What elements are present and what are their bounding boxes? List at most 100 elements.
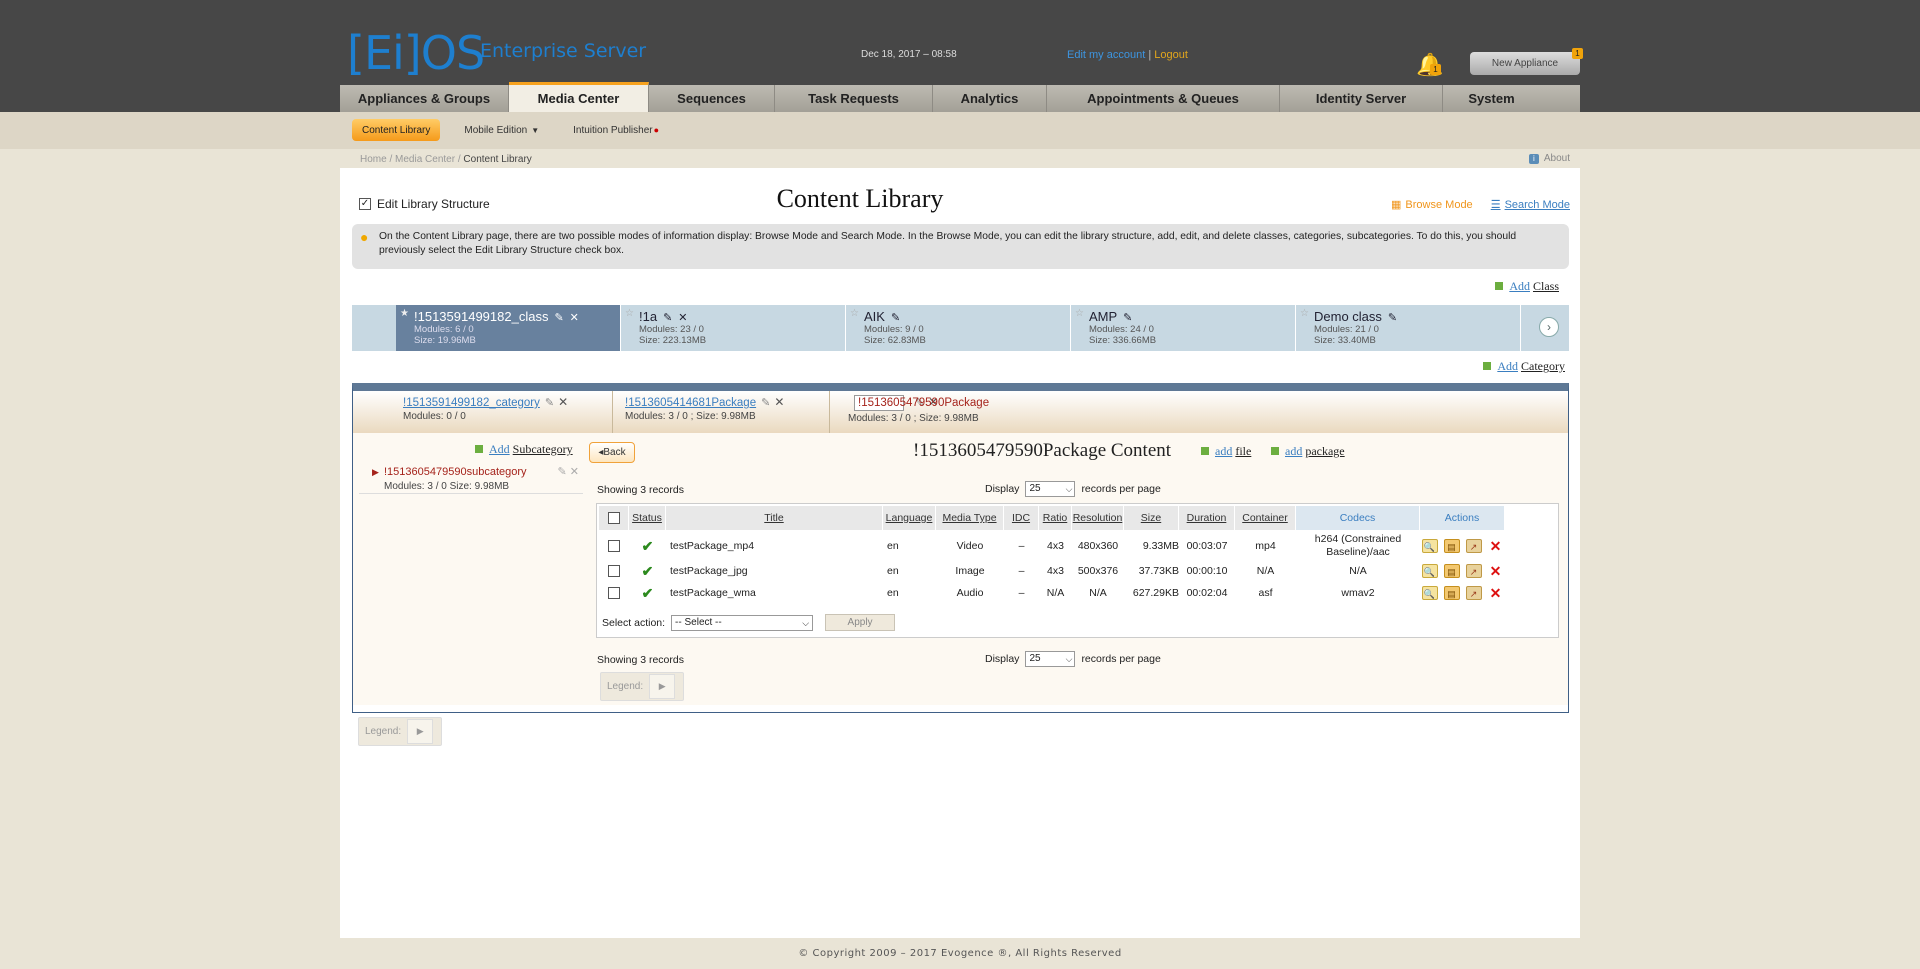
play-icon[interactable]: ▶ bbox=[407, 719, 434, 744]
apply-button[interactable]: Apply bbox=[825, 614, 896, 631]
column-header[interactable]: Ratio bbox=[1039, 506, 1072, 530]
delete-icon[interactable]: ✕ bbox=[1488, 586, 1504, 600]
class-tab[interactable]: ★ !1513591499182_class ✎ ✕ Modules: 6 / 0 … bbox=[396, 305, 621, 351]
star-icon[interactable]: ☆ bbox=[625, 308, 634, 319]
edit-icon[interactable]: ✎ bbox=[1123, 312, 1132, 324]
stats-icon[interactable]: ↗ bbox=[1465, 539, 1482, 553]
browse-mode-link[interactable]: ▦ Browse Mode bbox=[1391, 198, 1473, 211]
delete-icon[interactable]: ✕ bbox=[1488, 539, 1504, 553]
subnav-intuition-publisher[interactable]: Intuition Publisher ● bbox=[563, 119, 669, 141]
edit-icon[interactable]: ✎ bbox=[663, 312, 672, 324]
stats-icon[interactable]: ↗ bbox=[1465, 564, 1482, 578]
subnav-content-library[interactable]: Content Library bbox=[352, 119, 441, 141]
close-icon[interactable]: ✕ bbox=[774, 395, 784, 409]
legend-outer[interactable]: Legend: ▶ bbox=[358, 717, 442, 746]
column-header[interactable]: Container bbox=[1235, 506, 1296, 530]
select-action-dropdown[interactable]: -- Select -- ⌵ bbox=[671, 614, 814, 631]
preview-icon[interactable]: 🔍 bbox=[1421, 586, 1438, 600]
column-header[interactable]: Media Type bbox=[936, 506, 1004, 530]
preview-icon[interactable]: 🔍 bbox=[1421, 564, 1438, 578]
close-icon[interactable]: ✕ bbox=[558, 395, 568, 409]
tab-system[interactable]: System bbox=[1443, 85, 1540, 112]
logout-link[interactable]: Logout bbox=[1154, 49, 1188, 61]
notifications-bell-icon[interactable]: 🔔1 bbox=[1416, 52, 1443, 78]
edit-icon[interactable]: ✎ bbox=[1388, 312, 1397, 324]
tab-identity-server[interactable]: Identity Server bbox=[1280, 85, 1443, 112]
star-icon[interactable]: ☆ bbox=[850, 308, 859, 319]
table-row[interactable]: ✔ testPackage_wma en Audio – N/A N/A 627… bbox=[599, 584, 1505, 602]
edit-icon[interactable]: ✎ bbox=[554, 312, 563, 324]
column-header[interactable]: Language bbox=[883, 506, 936, 530]
tab-task-requests[interactable]: Task Requests bbox=[775, 85, 933, 112]
about-link[interactable]: i About bbox=[1528, 153, 1570, 164]
edit-library-structure[interactable]: ✓ Edit Library Structure bbox=[359, 197, 490, 211]
tab-appliances-groups[interactable]: Appliances & Groups bbox=[340, 85, 509, 112]
close-icon[interactable]: ✕ bbox=[570, 312, 579, 324]
column-header[interactable]: IDC bbox=[1004, 506, 1039, 530]
stats-icon[interactable]: ↗ bbox=[1465, 586, 1482, 600]
column-header[interactable]: Status bbox=[629, 506, 666, 530]
add-subcategory-link[interactable]: Add Subcategory bbox=[475, 442, 573, 457]
breadcrumb-media-center[interactable]: Media Center bbox=[395, 154, 455, 165]
edit-icon[interactable]: ✎ bbox=[761, 397, 770, 409]
edit-structure-checkbox[interactable]: ✓ bbox=[359, 198, 371, 210]
category-name[interactable]: !1513605414681Package bbox=[625, 397, 756, 409]
add-class-link[interactable]: Add Class bbox=[1495, 279, 1559, 294]
delete-icon[interactable]: ✕ bbox=[1488, 564, 1504, 578]
star-icon[interactable]: ★ bbox=[400, 308, 409, 319]
tab-sequences[interactable]: Sequences bbox=[649, 85, 775, 112]
caret-right-icon[interactable]: ▶ bbox=[372, 467, 379, 478]
legend-inner[interactable]: Legend: ▶ bbox=[600, 672, 684, 701]
class-tab[interactable]: ☆ !1a ✎ ✕ Modules: 23 / 0 Size: 223.13MB bbox=[621, 305, 846, 351]
edit-account-link[interactable]: Edit my account bbox=[1067, 49, 1145, 61]
star-icon[interactable]: ☆ bbox=[1300, 308, 1309, 319]
category-tab[interactable]: !1513591499182_category ✎ ✕ Modules: 0 / 0 bbox=[393, 391, 613, 433]
tab-media-center[interactable]: Media Center bbox=[509, 82, 649, 112]
logo[interactable]: [Ei]OS bbox=[347, 26, 485, 80]
next-arrow-icon[interactable]: › bbox=[1539, 317, 1559, 337]
edit-icon[interactable]: ✎ bbox=[545, 397, 554, 409]
close-icon[interactable]: ✕ bbox=[570, 466, 579, 478]
edit-icon[interactable]: ▤ bbox=[1443, 586, 1460, 600]
add-file-link[interactable]: add file bbox=[1201, 444, 1251, 459]
column-header[interactable]: Size bbox=[1124, 506, 1179, 530]
edit-icon[interactable]: ✎ bbox=[891, 312, 900, 324]
per-page-select[interactable]: 25 ⌵ bbox=[1025, 481, 1076, 497]
class-tab[interactable]: ☆ AMP ✎ Modules: 24 / 0 Size: 336.66MB bbox=[1071, 305, 1296, 351]
preview-icon[interactable]: 🔍 bbox=[1421, 539, 1438, 553]
per-page-select[interactable]: 25 ⌵ bbox=[1025, 651, 1076, 667]
table-row[interactable]: ✔ testPackage_jpg en Image – 4x3 500x376… bbox=[599, 562, 1505, 580]
subnav-mobile-edition[interactable]: Mobile Edition ▼ bbox=[454, 119, 549, 141]
row-checkbox[interactable] bbox=[608, 540, 620, 552]
class-tab[interactable]: ☆ Demo class ✎ Modules: 21 / 0 Size: 33.4… bbox=[1296, 305, 1521, 351]
category-tab[interactable]: !1513605414681Package ✎ ✕ Modules: 3 / 0 ;… bbox=[613, 391, 830, 433]
edit-icon[interactable]: ▤ bbox=[1443, 564, 1460, 578]
row-checkbox[interactable] bbox=[608, 587, 620, 599]
play-icon[interactable]: ▶ bbox=[649, 674, 676, 699]
column-header[interactable]: Title bbox=[666, 506, 883, 530]
add-package-add: add bbox=[1285, 444, 1303, 458]
tab-appointments-queues[interactable]: Appointments & Queues bbox=[1047, 85, 1280, 112]
category-tab[interactable]: !1513605479590Package✎ ✕ Modules: 3 / 0 ;… bbox=[830, 391, 1070, 433]
subcategory-item[interactable]: ▶ !1513605479590subcategory ✎ ✕ Modules:… bbox=[359, 464, 583, 494]
subcategory-name[interactable]: !1513605479590subcategory bbox=[384, 466, 527, 478]
table-row[interactable]: ✔ testPackage_mp4 en Video – 4x3 480x360… bbox=[599, 533, 1505, 558]
add-category-link[interactable]: Add Category bbox=[1483, 359, 1565, 374]
category-name[interactable]: !1513591499182_category bbox=[403, 397, 540, 409]
new-appliance-button[interactable]: New Appliance 1 bbox=[1470, 48, 1583, 75]
column-header[interactable]: Duration bbox=[1179, 506, 1235, 530]
column-header[interactable]: Resolution bbox=[1072, 506, 1124, 530]
search-mode-link[interactable]: ☰ Search Mode bbox=[1491, 198, 1570, 211]
back-button[interactable]: ◂Back bbox=[589, 442, 635, 463]
edit-icon[interactable]: ✎ bbox=[558, 466, 567, 478]
close-icon[interactable]: ✕ bbox=[678, 312, 687, 324]
tab-analytics[interactable]: Analytics bbox=[933, 85, 1047, 112]
breadcrumb-home[interactable]: Home bbox=[360, 154, 387, 165]
select-all-checkbox[interactable] bbox=[607, 512, 620, 524]
add-package-link[interactable]: add package bbox=[1271, 444, 1345, 459]
category-name[interactable]: !1513605479590Package bbox=[854, 395, 989, 411]
row-checkbox[interactable] bbox=[608, 565, 620, 577]
edit-icon[interactable]: ▤ bbox=[1443, 539, 1460, 553]
class-tab[interactable]: ☆ AIK ✎ Modules: 9 / 0 Size: 62.83MB bbox=[846, 305, 1071, 351]
star-icon[interactable]: ☆ bbox=[1075, 308, 1084, 319]
